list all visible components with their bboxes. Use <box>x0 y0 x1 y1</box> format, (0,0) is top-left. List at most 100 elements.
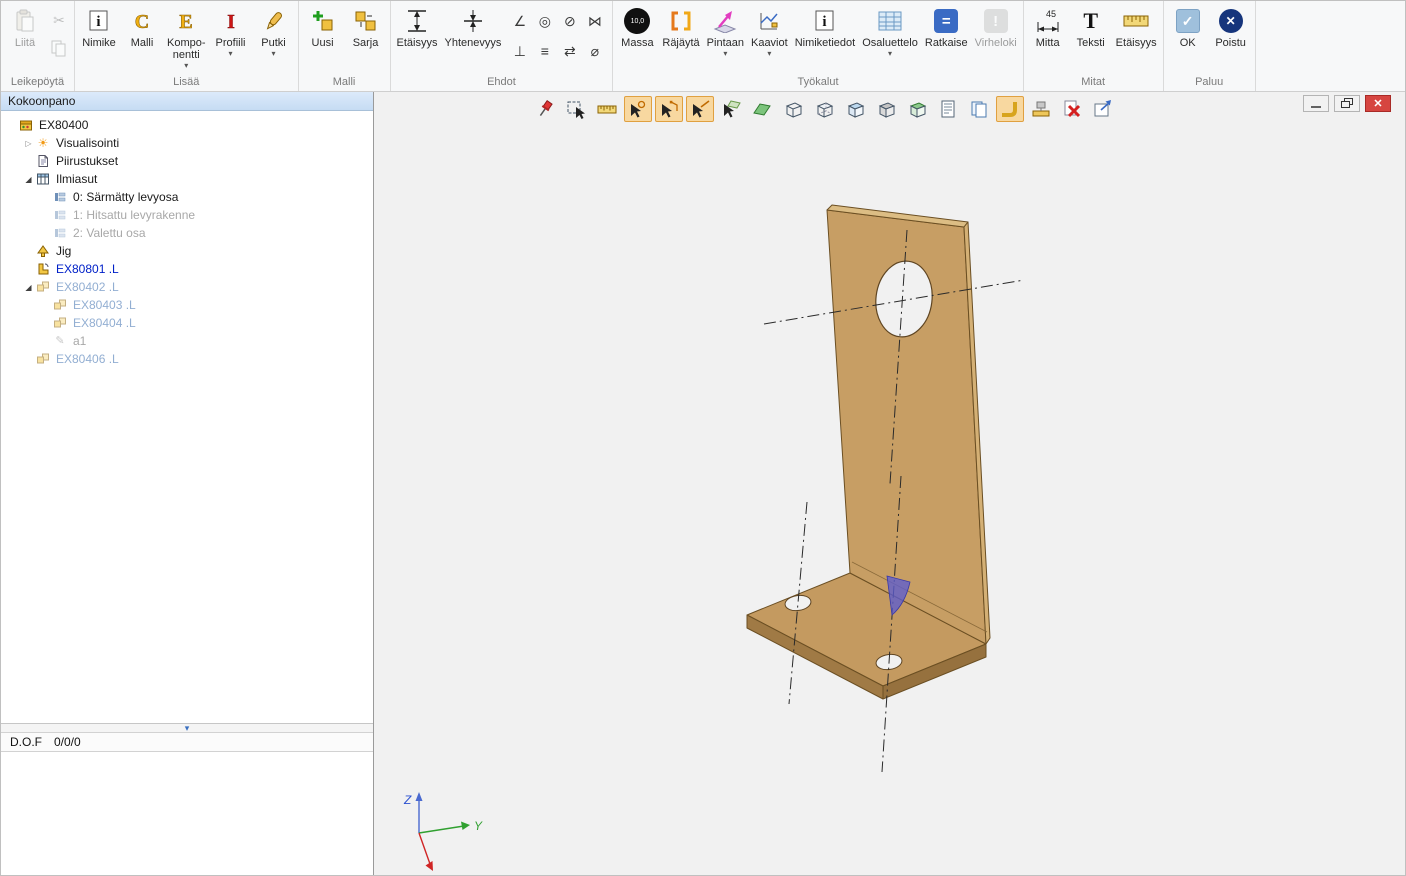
ribbon-button-symmetria[interactable]: ⋈ <box>583 9 606 33</box>
tree-item[interactable]: 1: Hitsattu levyrakenne <box>1 206 373 224</box>
window-minimize-button[interactable] <box>1303 95 1329 112</box>
ribbon-button-kulma[interactable]: ∠ <box>508 9 531 33</box>
viewport-tool-snap-point[interactable] <box>624 96 652 122</box>
window-close-button[interactable]: ✕ <box>1365 95 1391 112</box>
ribbon-button-label: Virheloki <box>975 37 1017 49</box>
tree-item[interactable]: EX80403 .L <box>1 296 373 314</box>
viewport-tool-face-select[interactable] <box>748 96 776 122</box>
ribbon-button-profiili[interactable]: IProfiili▾ <box>210 3 252 59</box>
assembly-tree: EX80400▷☀VisualisointiPiirustukset◢Ilmia… <box>1 111 373 723</box>
jig-icon <box>35 244 51 258</box>
tree-item[interactable]: ▷☀Visualisointi <box>1 134 373 152</box>
assembly-panel-header: Kokoonpano <box>1 92 373 111</box>
viewport-tool-sheet-metal-bend[interactable] <box>996 96 1024 122</box>
ribbon-button-komponentti[interactable]: EKompo- nentti▾ <box>164 3 209 71</box>
assembly-icon <box>18 118 34 132</box>
tree-item[interactable]: EX80406 .L <box>1 350 373 368</box>
ribbon-button-label: Yhtenevyys <box>445 37 502 49</box>
ribbon-button-mitta[interactable]: 45Mitta <box>1027 3 1069 50</box>
viewport-tool-copy-view[interactable] <box>965 96 993 122</box>
viewport-tool-view-faces[interactable] <box>841 96 869 122</box>
ribbon-button-malli[interactable]: CMalli <box>121 3 163 50</box>
ribbon-button-etaisyys[interactable]: Etäisyys <box>394 3 441 50</box>
tree-collapsed-arrow-icon[interactable]: ▷ <box>22 139 35 148</box>
part-icon <box>35 262 51 276</box>
tree-item[interactable]: 0: Särmätty levyosa <box>1 188 373 206</box>
tree-item[interactable]: EX80801 .L <box>1 260 373 278</box>
viewport-tool-pin[interactable] <box>531 96 559 122</box>
ribbon-button-nimiketiedot[interactable]: iNimiketiedot <box>792 3 859 50</box>
viewport-tool-view-solid[interactable] <box>903 96 931 122</box>
ribbon-button-tangentti[interactable]: ⊘ <box>558 9 581 33</box>
tree-item[interactable]: Jig <box>1 242 373 260</box>
dropdown-caret-icon: ▾ <box>184 61 188 70</box>
tree-expanded-arrow-icon[interactable]: ◢ <box>22 283 35 292</box>
y-axis <box>419 826 464 833</box>
window-maximize-button[interactable] <box>1334 95 1360 112</box>
tree-item[interactable]: EX80400 <box>1 116 373 134</box>
tree-item-label: EX80406 .L <box>56 352 119 366</box>
ribbon-button-liita[interactable]: Liitä <box>4 3 46 50</box>
tree-item[interactable]: Piirustukset <box>1 152 373 170</box>
ribbon-button-kaaviot[interactable]: Kaaviot▾ <box>748 3 791 59</box>
ribbon-button-suuntaisuus[interactable]: ⇄ <box>558 39 581 63</box>
item-info-icon: i <box>813 6 837 36</box>
visualization-icon: ☀ <box>35 136 51 150</box>
ribbon-button-halkaisija[interactable]: ⌀ <box>583 39 606 63</box>
ribbon-button-yhtenevyys[interactable]: Yhtenevyys <box>442 3 505 50</box>
ribbon-button-rajayta[interactable]: Räjäytä <box>659 3 702 50</box>
viewport-3d[interactable]: Z Y ✕ <box>374 92 1405 876</box>
ribbon-button-uusi[interactable]: Uusi <box>302 3 344 50</box>
viewport-tool-external-view[interactable] <box>1089 96 1117 122</box>
ribbon-button-yhdensuuntaisuus[interactable]: ≡ <box>533 39 556 63</box>
splitter-handle-icon[interactable]: ▾ <box>185 725 190 732</box>
ribbon-button-label: Massa <box>621 37 653 49</box>
ribbon-button-pintaan[interactable]: Pintaan▾ <box>704 3 747 59</box>
ribbon-button-nimike[interactable]: iNimike <box>78 3 120 50</box>
viewport-tool-snap-edge[interactable] <box>686 96 714 122</box>
ribbon-button-ok[interactable]: ✓OK <box>1167 3 1209 50</box>
ribbon-button-samankeskisyys[interactable]: ◎ <box>533 9 556 33</box>
tree-expanded-arrow-icon[interactable]: ◢ <box>22 175 35 184</box>
tree-item[interactable]: ◢EX80402 .L <box>1 278 373 296</box>
subassembly-icon <box>35 280 51 294</box>
ribbon-group-return: ✓OK✕PoistuPaluu <box>1164 1 1256 91</box>
appearance-item-icon <box>52 208 68 222</box>
ribbon-button-leikkaa[interactable]: ✂ <box>47 9 71 33</box>
tree-item[interactable]: ✎a1 <box>1 332 373 350</box>
ribbon-button-virheloki[interactable]: !Virheloki <box>972 3 1020 50</box>
ribbon-button-label: Osaluettelo <box>862 37 918 49</box>
tree-item-label: 0: Särmätty levyosa <box>73 190 178 204</box>
ribbon-button-poistu[interactable]: ✕Poistu <box>1210 3 1252 50</box>
tree-item[interactable]: 2: Valettu osa <box>1 224 373 242</box>
bracket-part[interactable] <box>747 205 990 699</box>
viewport-tool-snap-vertex[interactable] <box>655 96 683 122</box>
panel-splitter[interactable]: ▾ <box>1 723 373 732</box>
viewport-tool-measure[interactable] <box>593 96 621 122</box>
viewport-tool-delete[interactable] <box>1058 96 1086 122</box>
ribbon-button-teksti[interactable]: TTeksti <box>1070 3 1112 50</box>
viewport-tool-feature-list[interactable] <box>934 96 962 122</box>
viewport-tool-press[interactable] <box>1027 96 1055 122</box>
ribbon-button-sarja[interactable]: Sarja <box>345 3 387 50</box>
tree-item[interactable]: ◢Ilmiasut <box>1 170 373 188</box>
ribbon-button-putki[interactable]: Putki▾ <box>253 3 295 59</box>
ribbon-button-etaisyys-mitta[interactable]: Etäisyys <box>1113 3 1160 50</box>
ribbon-button-kopioi[interactable] <box>47 36 71 60</box>
dropdown-caret-icon: ▾ <box>272 49 276 58</box>
viewport-tool-view-shaded[interactable] <box>872 96 900 122</box>
viewport-tool-snap-face[interactable] <box>717 96 745 122</box>
ribbon-button-massa[interactable]: 10,0Massa <box>616 3 658 50</box>
window-controls: ✕ <box>1303 95 1391 112</box>
ribbon-button-kohtisuoruus[interactable]: ⊥ <box>508 39 531 63</box>
dropdown-caret-icon: ▾ <box>723 49 727 58</box>
svg-text:E: E <box>180 11 193 33</box>
viewport-toolbar <box>531 96 1117 122</box>
viewport-tool-window-select[interactable] <box>562 96 590 122</box>
viewport-tool-view-hidden-lines[interactable] <box>810 96 838 122</box>
viewport-tool-view-wireframe[interactable] <box>779 96 807 122</box>
ribbon-button-label: Etäisyys <box>1116 37 1157 49</box>
ribbon-button-ratkaise[interactable]: =Ratkaise <box>922 3 971 50</box>
tree-item[interactable]: EX80404 .L <box>1 314 373 332</box>
ribbon-button-osaluettelo[interactable]: Osaluettelo▾ <box>859 3 921 59</box>
